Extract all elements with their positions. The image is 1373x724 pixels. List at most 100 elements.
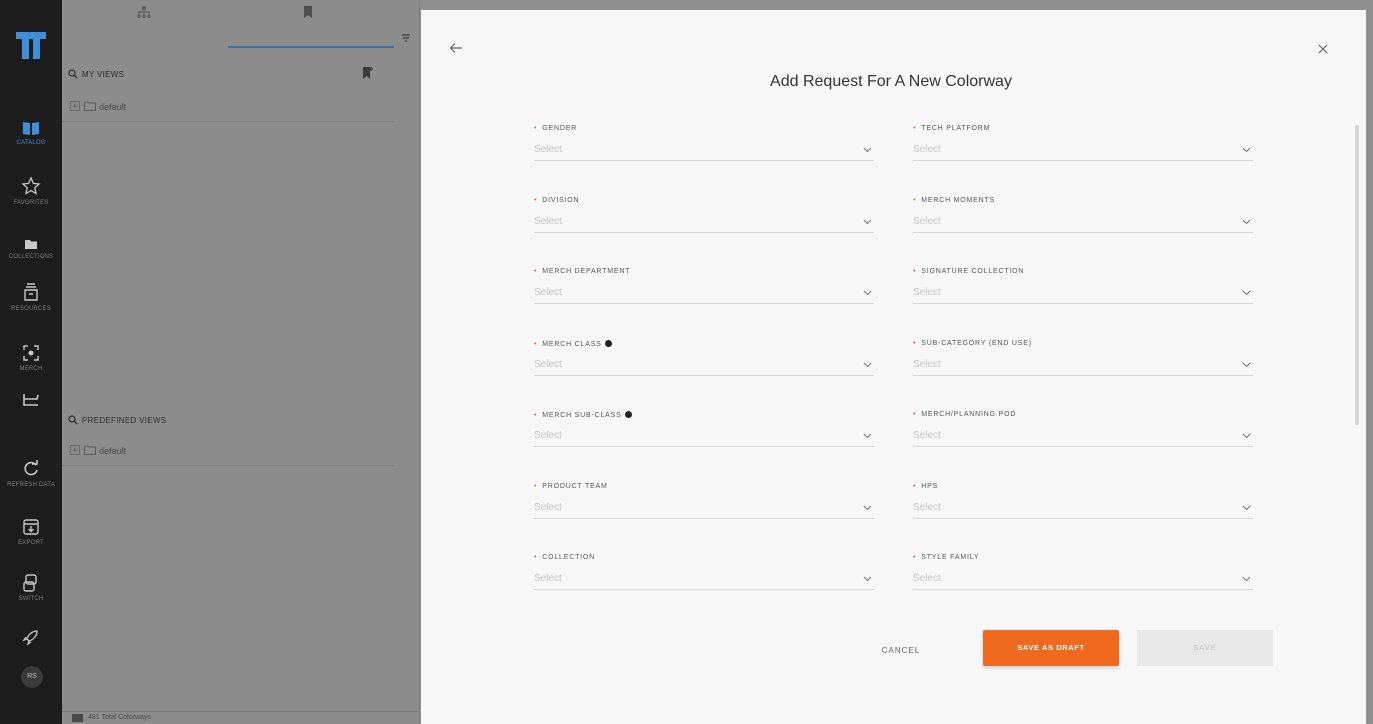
field-label: • SUB-CATEGORY (END USE) [913,340,1032,347]
field-label: • STYLE FAMILY [913,554,979,561]
select-placeholder: Select [913,573,941,584]
required-marker: • [534,483,538,490]
rail-item-tray[interactable] [0,392,62,408]
scan-frame-icon [23,345,39,361]
rail-item-merch[interactable]: MERCH [0,344,62,372]
info-icon[interactable] [624,411,632,418]
save-as-draft-button[interactable]: SAVE AS DRAFT [983,630,1119,666]
cancel-button[interactable]: CANCEL [871,642,931,660]
field-tech-platform: • TECH PLATFORM Select [913,125,1253,167]
back-arrow-icon[interactable] [449,42,463,54]
folder-icon [84,445,96,455]
views-panel: MY VIEWS default PREDEFINED VIEWS defaul… [62,0,420,724]
chevron-down-icon [863,362,872,368]
predefined-views-header: PREDEFINED VIEWS [62,412,394,432]
select-placeholder: Select [534,502,562,513]
select-dropdown[interactable]: Select [534,282,874,304]
rail-item-launch[interactable] [0,628,62,646]
rail-item-switch[interactable]: SWITCH [0,574,62,602]
chevron-down-icon [863,219,872,225]
chevron-down-icon [1242,362,1251,368]
folder-icon [84,101,96,111]
select-dropdown[interactable]: Select [534,211,874,233]
field-division: • DIVISION Select [534,197,874,239]
tab-hierarchy[interactable] [62,0,228,48]
my-views-header: MY VIEWS [62,66,394,86]
select-dropdown[interactable]: Select [913,497,1253,519]
tree-row-my-default[interactable]: default [62,98,394,122]
field-label-text: TECH PLATFORM [921,125,991,132]
search-icon[interactable] [68,415,78,425]
field-label: • GENDER [534,125,577,132]
tree-row-predefined-default[interactable]: default [62,442,394,466]
info-icon[interactable] [604,340,612,347]
field-label: • MERCH CLASS [534,340,612,348]
field-label-text: DIVISION [542,197,580,204]
star-icon [21,176,41,195]
select-dropdown[interactable]: Select [534,139,874,161]
select-dropdown[interactable]: Select [913,282,1253,304]
select-dropdown[interactable]: Select [913,139,1253,161]
field-label: • SIGNATURE COLLECTION [913,268,1024,275]
field-label: • TECH PLATFORM [913,125,990,132]
new-colorway-dialog: Add Request For A New Colorway • GENDER Se… [421,10,1366,724]
select-dropdown[interactable]: Select [534,425,874,447]
select-placeholder: Select [913,430,941,441]
field-label: • HPS [913,483,938,490]
search-icon[interactable] [68,69,78,79]
field-label-text: PRODUCT TEAM [542,483,608,490]
select-placeholder: Select [534,430,562,441]
field-label-text: MERCH SUB-CLASS [542,412,622,419]
select-dropdown[interactable]: Select [913,211,1253,233]
select-placeholder: Select [534,573,562,584]
select-placeholder: Select [534,359,562,370]
required-marker: • [913,483,917,490]
filter-icon[interactable] [402,34,410,44]
user-avatar[interactable]: RS [21,666,43,688]
select-dropdown[interactable]: Select [534,497,874,519]
nav-rail: CATALOG FAVORITES COLLECTIONS RESOURCES … [0,0,62,724]
scrollbar[interactable] [1355,125,1359,425]
field-gender: • GENDER Select [534,125,874,167]
required-marker: • [913,197,917,204]
expand-icon[interactable] [70,101,80,111]
rail-item-catalog[interactable]: CATALOG [0,120,62,146]
required-marker: • [913,411,917,418]
field-label: • MERCH/PLANNING POD [913,411,1016,418]
rocket-icon [22,630,38,646]
refresh-icon [24,460,38,476]
field-sub-category-end-use: • SUB-CATEGORY (END USE) Select [913,340,1253,382]
chevron-down-icon [863,505,872,511]
save-button[interactable]: SAVE [1137,630,1273,666]
select-placeholder: Select [534,216,562,227]
required-marker: • [534,412,538,419]
book-icon [23,122,39,135]
close-icon[interactable] [1318,44,1328,54]
bookmark-add-icon[interactable] [362,66,374,80]
select-dropdown[interactable]: Select [913,354,1253,376]
select-dropdown[interactable]: Select [534,354,874,376]
field-merch-sub-class: • MERCH SUB-CLASS Select [534,411,874,453]
rail-item-refresh-data[interactable]: REFRESH DATA [0,460,62,488]
chevron-down-icon [1242,505,1251,511]
chevron-down-icon [1242,147,1251,153]
field-label: • PRODUCT TEAM [534,483,608,490]
select-dropdown[interactable]: Select [913,568,1253,590]
export-icon [23,519,39,535]
select-dropdown[interactable]: Select [534,568,874,590]
select-placeholder: Select [913,216,941,227]
bookmark-icon [304,6,312,18]
required-marker: • [913,554,917,561]
field-label: • DIVISION [534,197,579,204]
chevron-down-icon [863,433,872,439]
rail-item-collections[interactable]: COLLECTIONS [0,238,62,260]
select-placeholder: Select [913,502,941,513]
expand-icon[interactable] [70,445,80,455]
field-label-text: STYLE FAMILY [921,554,980,561]
field-label: • MERCH SUB-CLASS [534,411,632,419]
rail-item-favorites[interactable]: FAVORITES [0,176,62,206]
select-dropdown[interactable]: Select [913,425,1253,447]
rail-item-export[interactable]: EXPORT [0,518,62,546]
tab-saved-views[interactable] [228,0,394,48]
rail-item-resources[interactable]: RESOURCES [0,282,62,312]
